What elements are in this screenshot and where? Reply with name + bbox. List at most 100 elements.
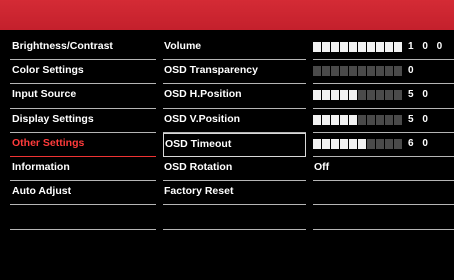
level-bar-segment — [340, 138, 348, 149]
menu-item-label: Information — [12, 160, 70, 173]
level-bar-segment — [331, 138, 339, 149]
level-bar-segment — [394, 42, 402, 52]
level-bar-segment — [313, 138, 321, 149]
level-bar-segment — [385, 90, 393, 101]
setting-label: OSD Timeout — [165, 137, 232, 150]
level-bar-segment — [385, 66, 393, 77]
level-bar-segment — [349, 138, 357, 149]
level-bar-segment — [367, 66, 375, 77]
volume-level-bar[interactable] — [313, 42, 402, 52]
menu-item-empty — [10, 205, 156, 230]
level-bar-segment — [367, 42, 375, 52]
level-bar-segment — [376, 66, 384, 77]
level-bar-segment — [331, 90, 339, 101]
setting-label: Volume — [164, 40, 202, 52]
level-bar-segment — [367, 138, 375, 149]
level-bar-segment — [349, 42, 357, 52]
level-bar-segment — [340, 66, 348, 77]
level-bar-segment — [385, 114, 393, 125]
level-bar-segment — [340, 90, 348, 101]
menu-item-brightness-contrast[interactable]: Brightness/Contrast — [10, 36, 156, 61]
level-bar-segment — [394, 90, 402, 101]
setting-factory-reset[interactable]: Factory Reset — [163, 181, 306, 206]
level-bar-segment — [331, 42, 339, 52]
level-bar-segment — [313, 114, 321, 125]
factory-reset-value — [313, 185, 314, 197]
menu-item-label: Other Settings — [12, 136, 85, 149]
osd-transparency-value-row[interactable]: 0 — [313, 60, 454, 85]
menu-item-input-source[interactable]: Input Source — [10, 84, 156, 109]
osd-timeout-value: 6 0 — [408, 137, 431, 149]
setting-volume[interactable]: Volume — [163, 36, 306, 61]
setting-label: OSD Transparency — [164, 64, 258, 77]
level-bar-segment — [322, 138, 330, 149]
monitor-osd-menu: Brightness/Contrast Color Settings Input… — [0, 0, 454, 280]
level-bar-segment — [376, 90, 384, 101]
level-bar-segment — [385, 138, 393, 149]
level-bar-segment — [367, 90, 375, 101]
menu-item-display-settings[interactable]: Display Settings — [10, 109, 156, 133]
level-bar-segment — [358, 138, 366, 149]
osd-v-position-value: 5 0 — [408, 113, 431, 125]
menu-item-label: Auto Adjust — [12, 185, 72, 198]
level-bar-segment — [322, 66, 330, 77]
level-bar-segment — [322, 114, 330, 125]
setting-osd-transparency[interactable]: OSD Transparency — [163, 60, 306, 85]
setting-label: OSD H.Position — [164, 88, 242, 101]
osd-h-position-value: 5 0 — [408, 89, 431, 101]
factory-reset-value-row — [313, 181, 454, 206]
level-bar-segment — [349, 114, 357, 125]
menu-item-color-settings[interactable]: Color Settings — [10, 60, 156, 85]
level-bar-segment — [376, 114, 384, 125]
setting-label: OSD Rotation — [164, 160, 233, 173]
level-bar-segment — [340, 114, 348, 125]
menu-item-label: Brightness/Contrast — [12, 40, 113, 52]
osd-title-bar — [0, 0, 454, 30]
osd-timeout-value-row[interactable]: 6 0 — [313, 133, 454, 157]
osd-transparency-value: 0 — [408, 65, 417, 77]
setting-osd-h-position[interactable]: OSD H.Position — [163, 84, 306, 109]
menu-item-other-settings[interactable]: Other Settings — [10, 133, 156, 158]
setting-label: Factory Reset — [164, 185, 234, 198]
level-bar-segment — [313, 42, 321, 52]
value-empty — [313, 205, 454, 230]
osd-v-position-level-bar[interactable] — [313, 114, 402, 125]
menu-item-label: Input Source — [12, 88, 77, 101]
settings-column: Volume OSD Transparency OSD H.Position O… — [163, 36, 306, 230]
level-bar-segment — [322, 90, 330, 101]
osd-h-position-level-bar[interactable] — [313, 90, 402, 101]
level-bar-segment — [322, 42, 330, 52]
volume-value: 1 0 0 — [408, 41, 446, 52]
values-column: 1 0 0 0 5 0 5 0 6 0 Off — [313, 36, 454, 230]
level-bar-segment — [358, 66, 366, 77]
level-bar-segment — [376, 42, 384, 52]
osd-h-position-value-row[interactable]: 5 0 — [313, 84, 454, 109]
level-bar-segment — [358, 114, 366, 125]
osd-v-position-value-row[interactable]: 5 0 — [313, 109, 454, 133]
osd-transparency-level-bar[interactable] — [313, 66, 402, 77]
menu-item-information[interactable]: Information — [10, 157, 156, 182]
level-bar-segment — [331, 114, 339, 125]
setting-label: OSD V.Position — [164, 112, 241, 125]
setting-empty — [163, 205, 306, 230]
level-bar-segment — [394, 66, 402, 77]
level-bar-segment — [367, 114, 375, 125]
level-bar-segment — [376, 138, 384, 149]
level-bar-segment — [349, 90, 357, 101]
level-bar-segment — [313, 66, 321, 77]
setting-osd-rotation[interactable]: OSD Rotation — [163, 157, 306, 182]
main-menu-column: Brightness/Contrast Color Settings Input… — [10, 36, 156, 230]
osd-timeout-level-bar[interactable] — [313, 138, 402, 149]
setting-osd-timeout[interactable]: OSD Timeout — [163, 132, 306, 157]
menu-item-label: Color Settings — [12, 64, 84, 77]
setting-osd-v-position[interactable]: OSD V.Position — [163, 109, 306, 133]
level-bar-segment — [340, 42, 348, 52]
level-bar-segment — [313, 90, 321, 101]
level-bar-segment — [394, 114, 402, 125]
level-bar-segment — [358, 90, 366, 101]
level-bar-segment — [385, 42, 393, 52]
menu-item-auto-adjust[interactable]: Auto Adjust — [10, 181, 156, 206]
osd-rotation-value-row[interactable]: Off — [313, 157, 454, 182]
volume-value-row[interactable]: 1 0 0 — [313, 36, 454, 61]
level-bar-segment — [358, 42, 366, 52]
